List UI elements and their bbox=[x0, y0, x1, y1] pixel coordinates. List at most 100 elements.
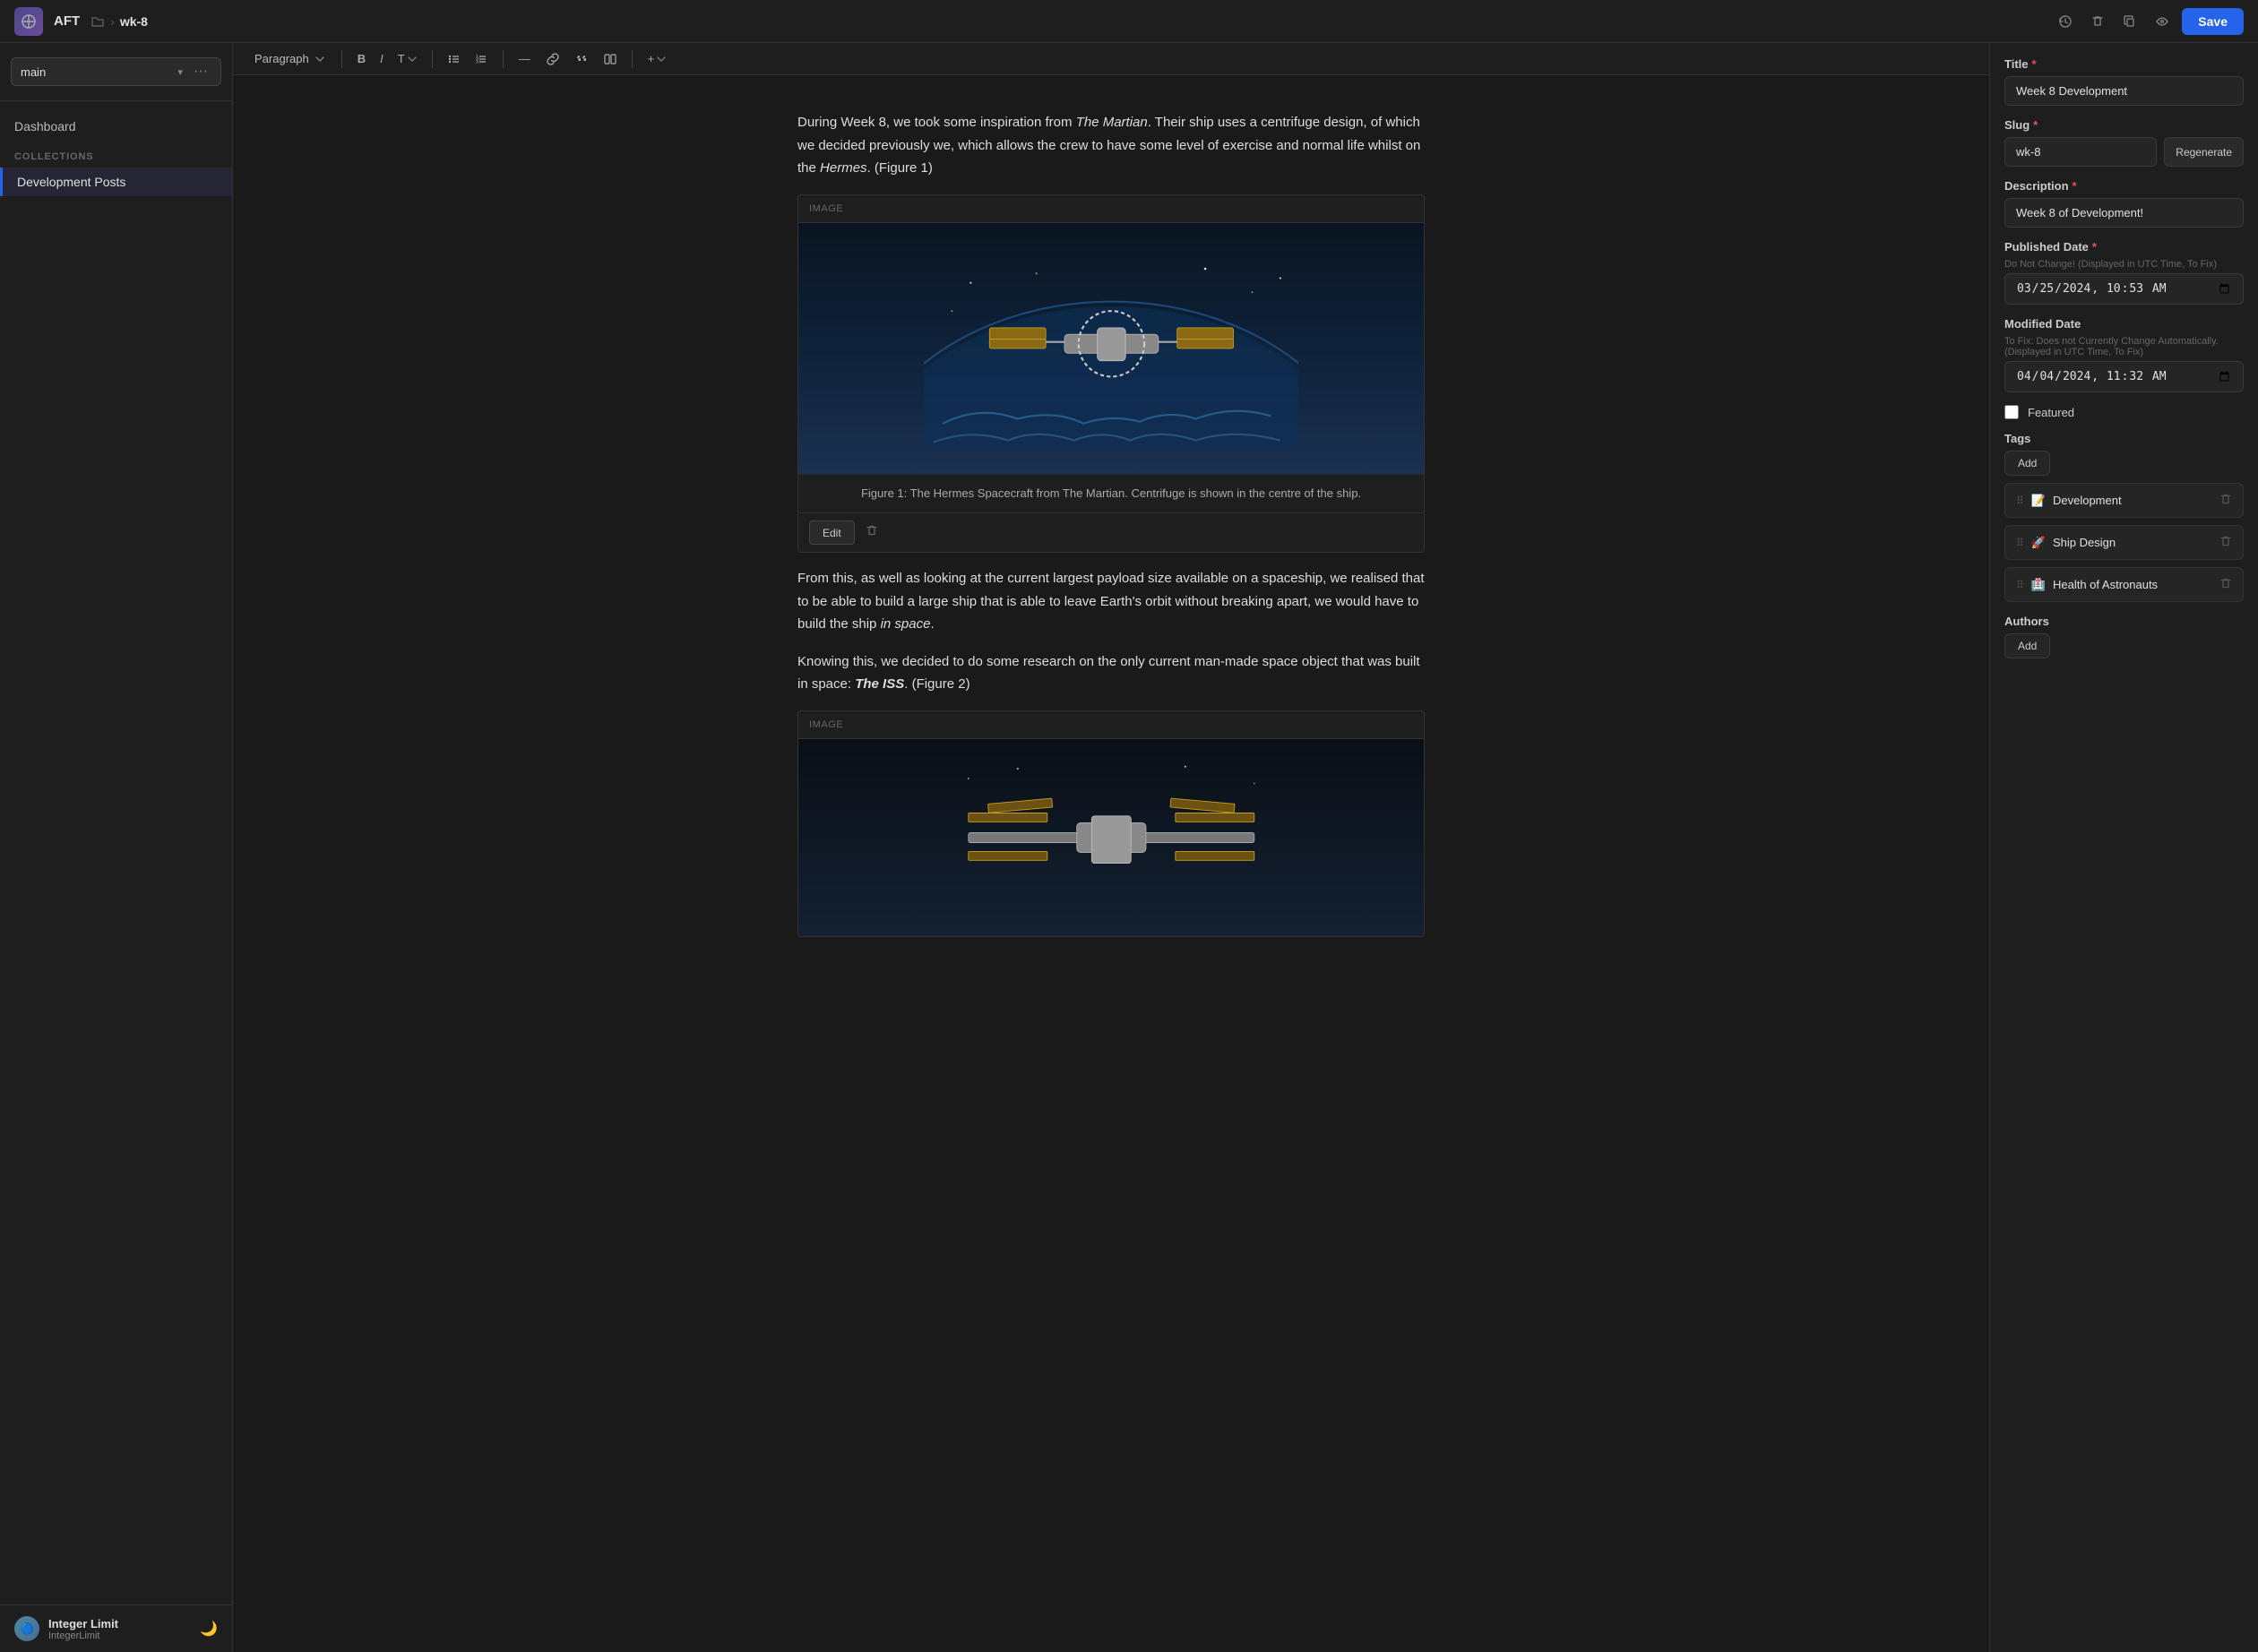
tag-delete-button[interactable] bbox=[2219, 577, 2232, 592]
paragraph-2: From this, as well as looking at the cur… bbox=[797, 567, 1425, 636]
preview-button[interactable] bbox=[2150, 9, 2175, 34]
bold-button[interactable]: B bbox=[351, 48, 372, 69]
tag-item: ⠿ 📝 Development bbox=[2004, 483, 2244, 518]
featured-checkbox[interactable] bbox=[2004, 405, 2019, 419]
iss-svg bbox=[892, 759, 1331, 916]
tag-delete-button[interactable] bbox=[2219, 535, 2232, 550]
tag-item-left: ⠿ 🚀 Ship Design bbox=[2016, 536, 2116, 550]
text-format-group: B I T bbox=[351, 48, 423, 69]
featured-label: Featured bbox=[2028, 406, 2074, 419]
text-size-button[interactable]: T bbox=[392, 48, 423, 69]
published-date-hint: Do Not Change! (Displayed in UTC Time, T… bbox=[2004, 259, 2244, 270]
avatar: 🔵 bbox=[14, 1616, 39, 1641]
text-size-dropdown-icon bbox=[408, 55, 417, 64]
published-date-required-star: * bbox=[2092, 240, 2097, 254]
bullet-list-button[interactable] bbox=[442, 49, 467, 69]
featured-field: Featured bbox=[2004, 405, 2244, 419]
tag-item: ⠿ 🏥 Health of Astronauts bbox=[2004, 567, 2244, 602]
authors-label: Authors bbox=[2004, 615, 2244, 628]
image-label-2: IMAGE bbox=[798, 711, 1424, 740]
add-tag-button[interactable]: Add bbox=[2004, 451, 2050, 476]
image-edit-button-1[interactable]: Edit bbox=[809, 521, 855, 545]
theme-toggle-button[interactable]: 🌙 bbox=[200, 1620, 218, 1638]
add-author-button[interactable]: Add bbox=[2004, 633, 2050, 658]
image-placeholder-2 bbox=[798, 739, 1424, 936]
space-station-svg bbox=[924, 248, 1299, 449]
paragraph-label: Paragraph bbox=[254, 52, 309, 65]
paragraph-selector[interactable]: Paragraph bbox=[247, 48, 332, 69]
editor-toolbar: Paragraph B I T 1.2.3. bbox=[233, 43, 1989, 75]
topbar: AFT › wk-8 Save bbox=[0, 0, 2258, 43]
list-group: 1.2.3. bbox=[442, 49, 494, 69]
published-date-field: Published Date * Do Not Change! (Display… bbox=[2004, 240, 2244, 305]
link-button[interactable] bbox=[540, 49, 565, 69]
divider-button[interactable]: — bbox=[513, 48, 537, 69]
image-label-1: IMAGE bbox=[798, 195, 1424, 224]
user-name: Integer Limit bbox=[48, 1617, 118, 1630]
branch-name: main bbox=[21, 65, 170, 79]
right-panel: Title * Slug * Regenerate Description * bbox=[1989, 43, 2258, 1652]
trash-button[interactable] bbox=[2085, 9, 2110, 34]
title-input[interactable] bbox=[2004, 76, 2244, 106]
slug-row: Regenerate bbox=[2004, 137, 2244, 167]
user-handle: IntegerLimit bbox=[48, 1630, 118, 1641]
duplicate-button[interactable] bbox=[2117, 9, 2142, 34]
tag-item-left: ⠿ 🏥 Health of Astronauts bbox=[2016, 578, 2158, 592]
description-label: Description * bbox=[2004, 179, 2244, 193]
tag-delete-button[interactable] bbox=[2219, 493, 2232, 508]
sidebar-top: main ▾ ··· bbox=[0, 43, 232, 101]
save-button[interactable]: Save bbox=[2182, 8, 2244, 35]
drag-handle[interactable]: ⠿ bbox=[2016, 495, 2024, 507]
history-button[interactable] bbox=[2053, 9, 2078, 34]
description-field: Description * bbox=[2004, 179, 2244, 228]
editor-body: During Week 8, we took some inspiration … bbox=[797, 111, 1425, 937]
sidebar-footer: 🔵 Integer Limit IntegerLimit 🌙 bbox=[0, 1605, 232, 1652]
columns-button[interactable] bbox=[598, 49, 623, 69]
tag-label: Health of Astronauts bbox=[2053, 578, 2158, 591]
title-required-star: * bbox=[2032, 57, 2037, 71]
add-dropdown-icon bbox=[657, 55, 666, 64]
modified-date-hint: To Fix: Does not Currently Change Automa… bbox=[2004, 336, 2244, 357]
slug-label: Slug * bbox=[2004, 118, 2244, 132]
drag-handle[interactable]: ⠿ bbox=[2016, 537, 2024, 549]
branch-selector[interactable]: main ▾ ··· bbox=[11, 57, 221, 86]
slug-required-star: * bbox=[2033, 118, 2038, 132]
paragraph-3: Knowing this, we decided to do some rese… bbox=[797, 650, 1425, 696]
topbar-left: AFT › wk-8 bbox=[14, 7, 148, 36]
ordered-list-button[interactable]: 1.2.3. bbox=[469, 49, 494, 69]
toolbar-sep-2 bbox=[432, 50, 433, 68]
toolbar-sep-3 bbox=[503, 50, 504, 68]
image-delete-button-1[interactable] bbox=[862, 521, 882, 545]
app-name: AFT bbox=[54, 13, 80, 29]
layout: main ▾ ··· Dashboard COLLECTIONS Develop… bbox=[0, 43, 2258, 1652]
tag-emoji: 📝 bbox=[2031, 494, 2046, 508]
modified-date-input[interactable] bbox=[2004, 361, 2244, 392]
image-caption-1: Figure 1: The Hermes Spacecraft from The… bbox=[798, 474, 1424, 512]
italic-button[interactable]: I bbox=[374, 48, 390, 69]
breadcrumb-current: wk-8 bbox=[120, 14, 148, 29]
toolbar-sep-1 bbox=[341, 50, 342, 68]
sidebar-content: Dashboard COLLECTIONS Development Posts bbox=[0, 101, 232, 1605]
topbar-right: Save bbox=[2053, 8, 2244, 35]
quote-button[interactable] bbox=[569, 49, 594, 69]
editor-scroll[interactable]: During Week 8, we took some inspiration … bbox=[233, 75, 1989, 1652]
add-block-button[interactable]: + bbox=[642, 48, 673, 69]
branch-menu-button[interactable]: ··· bbox=[190, 64, 211, 80]
modified-date-label: Modified Date bbox=[2004, 317, 2244, 331]
title-label: Title * bbox=[2004, 57, 2244, 71]
description-input[interactable] bbox=[2004, 198, 2244, 228]
image-block-2: IMAGE bbox=[797, 710, 1425, 938]
title-field: Title * bbox=[2004, 57, 2244, 106]
breadcrumb: › wk-8 bbox=[90, 14, 148, 29]
regenerate-button[interactable]: Regenerate bbox=[2164, 137, 2244, 167]
user-info: 🔵 Integer Limit IntegerLimit bbox=[14, 1616, 118, 1641]
slug-field: Slug * Regenerate bbox=[2004, 118, 2244, 167]
tags-section: Tags Add ⠿ 📝 Development ⠿ 🚀 Ship Design bbox=[2004, 432, 2244, 602]
slug-input[interactable] bbox=[2004, 137, 2157, 167]
sidebar-item-development-posts[interactable]: Development Posts bbox=[0, 168, 232, 196]
tag-item: ⠿ 🚀 Ship Design bbox=[2004, 525, 2244, 560]
tag-label: Ship Design bbox=[2053, 536, 2116, 549]
drag-handle[interactable]: ⠿ bbox=[2016, 579, 2024, 591]
sidebar-item-dashboard[interactable]: Dashboard bbox=[0, 112, 232, 141]
published-date-input[interactable] bbox=[2004, 273, 2244, 305]
